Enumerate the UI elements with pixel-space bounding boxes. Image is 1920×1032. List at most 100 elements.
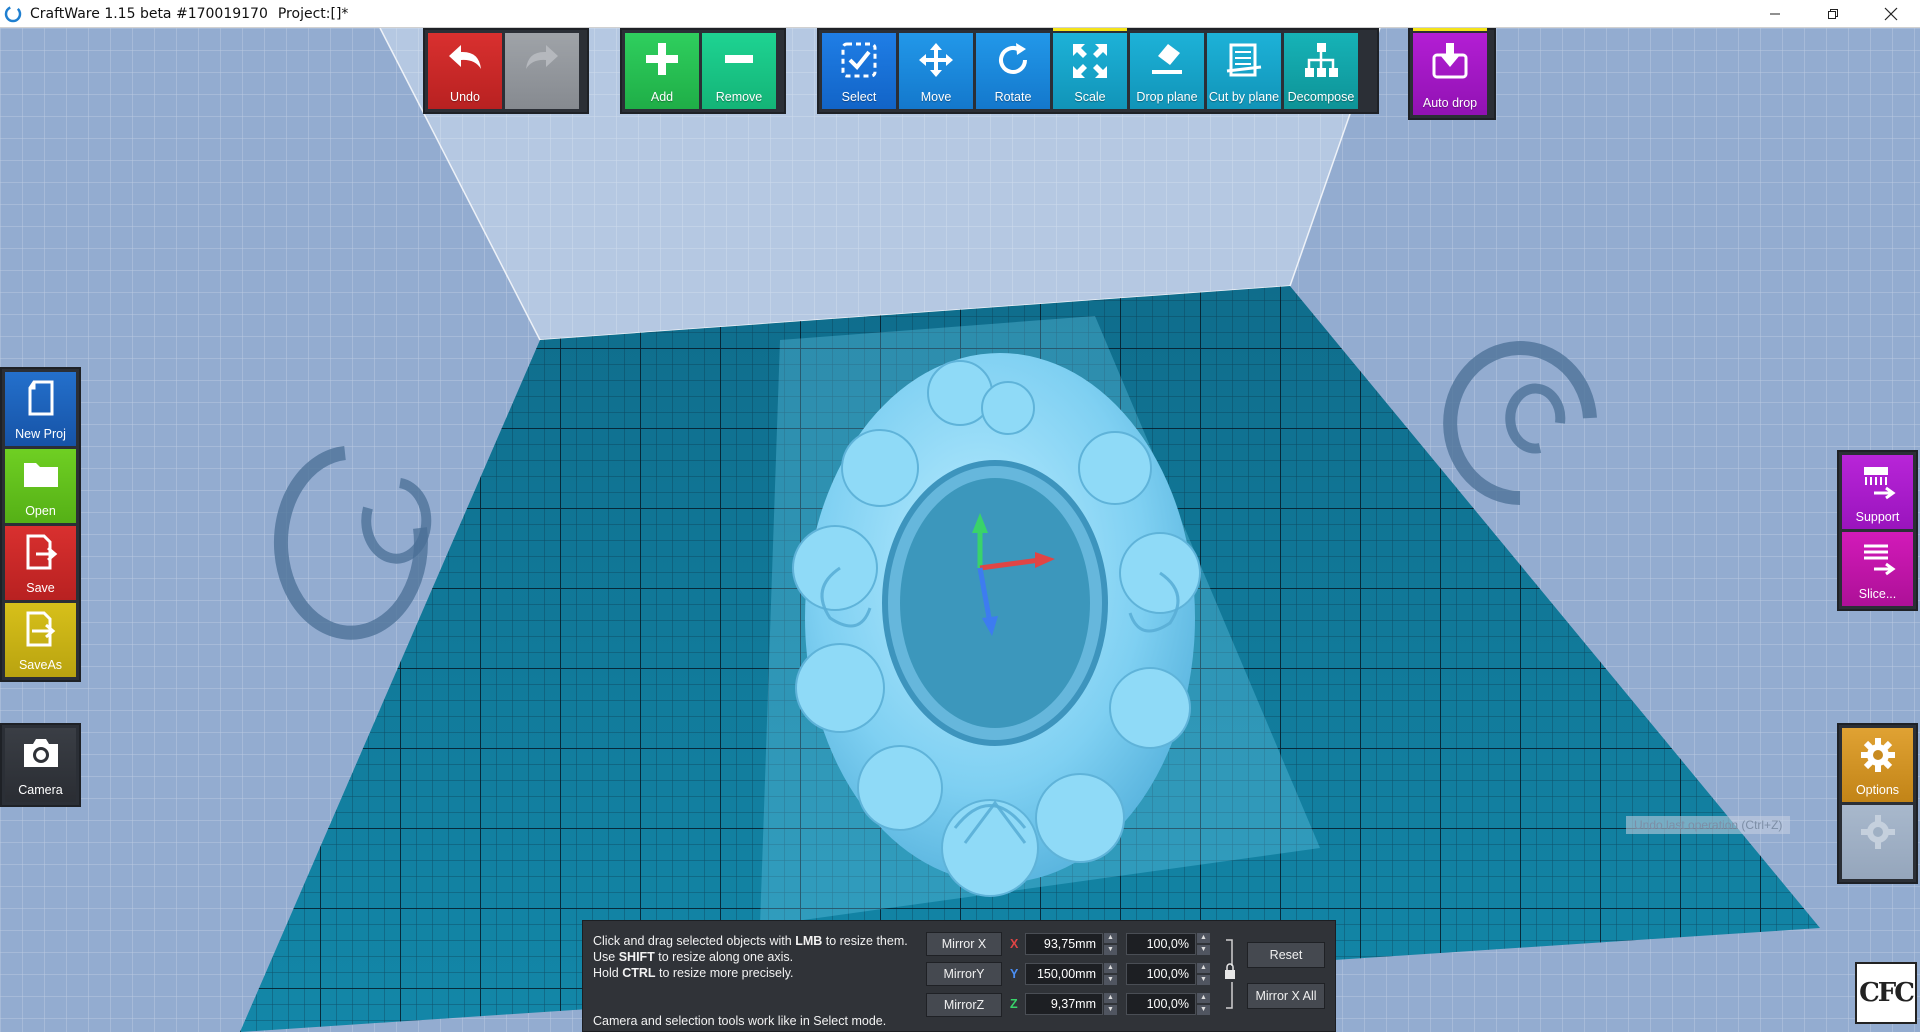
support-label: Support [1855, 510, 1900, 524]
percent-y-spinner[interactable]: ▲ ▼ [1197, 963, 1210, 985]
rotate-button[interactable]: Rotate [976, 33, 1050, 109]
object-toolbar: Add Remove [620, 28, 786, 114]
camera-label: Camera [18, 783, 63, 797]
select-label: Select [841, 90, 877, 104]
redo-button[interactable] [505, 33, 579, 109]
help-key: SHIFT [618, 950, 655, 964]
save-icon [26, 534, 57, 570]
drop-plane-icon [1152, 44, 1182, 74]
size-x-input[interactable]: 93,75mm [1025, 933, 1103, 955]
gear-icon [1860, 738, 1895, 772]
scale-button[interactable]: Scale [1053, 27, 1127, 109]
axis-y-label: Y [1010, 967, 1019, 981]
help-key: LMB [795, 934, 823, 948]
percent-y-input[interactable]: 100,0% [1126, 963, 1196, 985]
help-text: to resize along one axis. [654, 950, 794, 964]
cut-by-plane-button[interactable]: Cut by plane [1207, 33, 1281, 109]
slice-label: Slice... [1858, 587, 1897, 601]
undo-icon [449, 45, 481, 69]
rotate-icon [999, 43, 1027, 74]
history-toolbar: Undo [423, 28, 589, 114]
size-z-input[interactable]: 9,37mm [1025, 993, 1103, 1015]
percent-x-input[interactable]: 100,0% [1126, 933, 1196, 955]
folder-icon [23, 463, 58, 487]
save-as-icon [26, 611, 55, 647]
save-button[interactable]: Save [5, 526, 76, 600]
add-button[interactable]: Add [625, 33, 699, 109]
undo-label: Undo [450, 90, 480, 104]
help-text: Click and drag selected objects with [593, 934, 796, 948]
options-label: Options [1855, 783, 1900, 797]
drop-plane-button[interactable]: Drop plane [1130, 33, 1204, 109]
size-z-spinner[interactable]: ▲ ▼ [1104, 993, 1117, 1015]
title-bar: CraftWare 1.15 beta #170019170 Project:[… [0, 0, 1920, 28]
decompose-button[interactable]: Decompose [1284, 33, 1358, 109]
save-label: Save [26, 581, 55, 595]
move-label: Move [920, 90, 952, 104]
mirror-z-button[interactable]: MirrorZ [926, 993, 1002, 1017]
help-key: CTRL [622, 966, 656, 980]
window-title: CraftWare 1.15 beta #170019170 [30, 5, 268, 22]
select-button[interactable]: Select [822, 33, 896, 109]
slicing-panel: Support Slice... [1837, 450, 1918, 611]
decompose-icon [1305, 43, 1338, 77]
undo-tooltip: Undo last operation (Ctrl+Z) [1626, 816, 1791, 834]
plus-icon [646, 43, 678, 75]
new-file-icon [28, 380, 53, 416]
auto-drop-toolbar: Auto drop [1408, 27, 1496, 120]
move-icon [919, 43, 953, 77]
scene-canvas [0, 28, 1920, 1032]
percent-z-input[interactable]: 100,0% [1126, 993, 1196, 1015]
support-button[interactable]: Support [1842, 455, 1913, 529]
help-text: Use [593, 950, 619, 964]
transform-toolbar: Select Move Rotate Scale Drop plane Cut … [817, 27, 1379, 114]
3d-viewport[interactable] [0, 28, 1920, 1032]
undo-button[interactable]: Undo [428, 33, 502, 109]
gear-disabled-icon [1860, 815, 1895, 849]
craftware-logo-icon [4, 5, 22, 22]
drop-plane-label: Drop plane [1136, 90, 1198, 104]
options-button[interactable]: Options [1842, 728, 1913, 802]
save-as-label: SaveAs [18, 658, 63, 672]
size-y-spinner[interactable]: ▲ ▼ [1104, 963, 1117, 985]
help-text: to resize more precisely. [655, 966, 794, 980]
move-button[interactable]: Move [899, 33, 973, 109]
lock-icon[interactable] [1222, 938, 1238, 1010]
help-footer: Camera and selection tools work like in … [593, 1014, 887, 1028]
project-name: Project:[]* [277, 5, 349, 22]
mirror-y-button[interactable]: MirrorY [926, 962, 1002, 986]
camera-button[interactable]: Camera [5, 728, 76, 802]
reset-button[interactable]: Reset [1247, 942, 1325, 968]
save-as-button[interactable]: SaveAs [5, 603, 76, 677]
percent-z-spinner[interactable]: ▲ ▼ [1197, 993, 1210, 1015]
cut-plane-icon [1226, 43, 1262, 77]
scale-help-text: Click and drag selected objects with LMB… [593, 933, 923, 1028]
options-secondary-button[interactable] [1842, 805, 1913, 879]
mirror-x-button[interactable]: Mirror X [926, 932, 1002, 956]
open-button[interactable]: Open [5, 449, 76, 523]
open-label: Open [25, 504, 56, 518]
remove-button[interactable]: Remove [702, 33, 776, 109]
new-project-button[interactable]: New Proj [5, 372, 76, 446]
axis-x-label: X [1010, 937, 1019, 951]
restore-icon[interactable] [1804, 0, 1862, 28]
support-icon [1863, 467, 1896, 500]
slice-button[interactable]: Slice... [1842, 532, 1913, 606]
minus-icon [725, 55, 753, 63]
size-x-spinner[interactable]: ▲ ▼ [1104, 933, 1117, 955]
auto-drop-button[interactable]: Auto drop [1413, 27, 1487, 115]
close-icon[interactable] [1862, 0, 1920, 28]
camera-panel: Camera [0, 723, 81, 807]
scale-icon [1073, 44, 1107, 78]
size-y-input[interactable]: 150,00mm [1025, 963, 1103, 985]
scale-label: Scale [1074, 90, 1106, 104]
auto-drop-icon [1432, 43, 1468, 79]
file-panel: New Proj Open Save SaveAs [0, 367, 81, 682]
add-label: Add [650, 90, 674, 104]
minimize-icon[interactable] [1746, 0, 1804, 28]
percent-x-spinner[interactable]: ▲ ▼ [1197, 933, 1210, 955]
axis-z-label: Z [1010, 997, 1018, 1011]
mirror-x-all-button[interactable]: Mirror X All [1247, 983, 1325, 1009]
help-text: Hold [593, 966, 623, 980]
decompose-label: Decompose [1287, 90, 1355, 104]
